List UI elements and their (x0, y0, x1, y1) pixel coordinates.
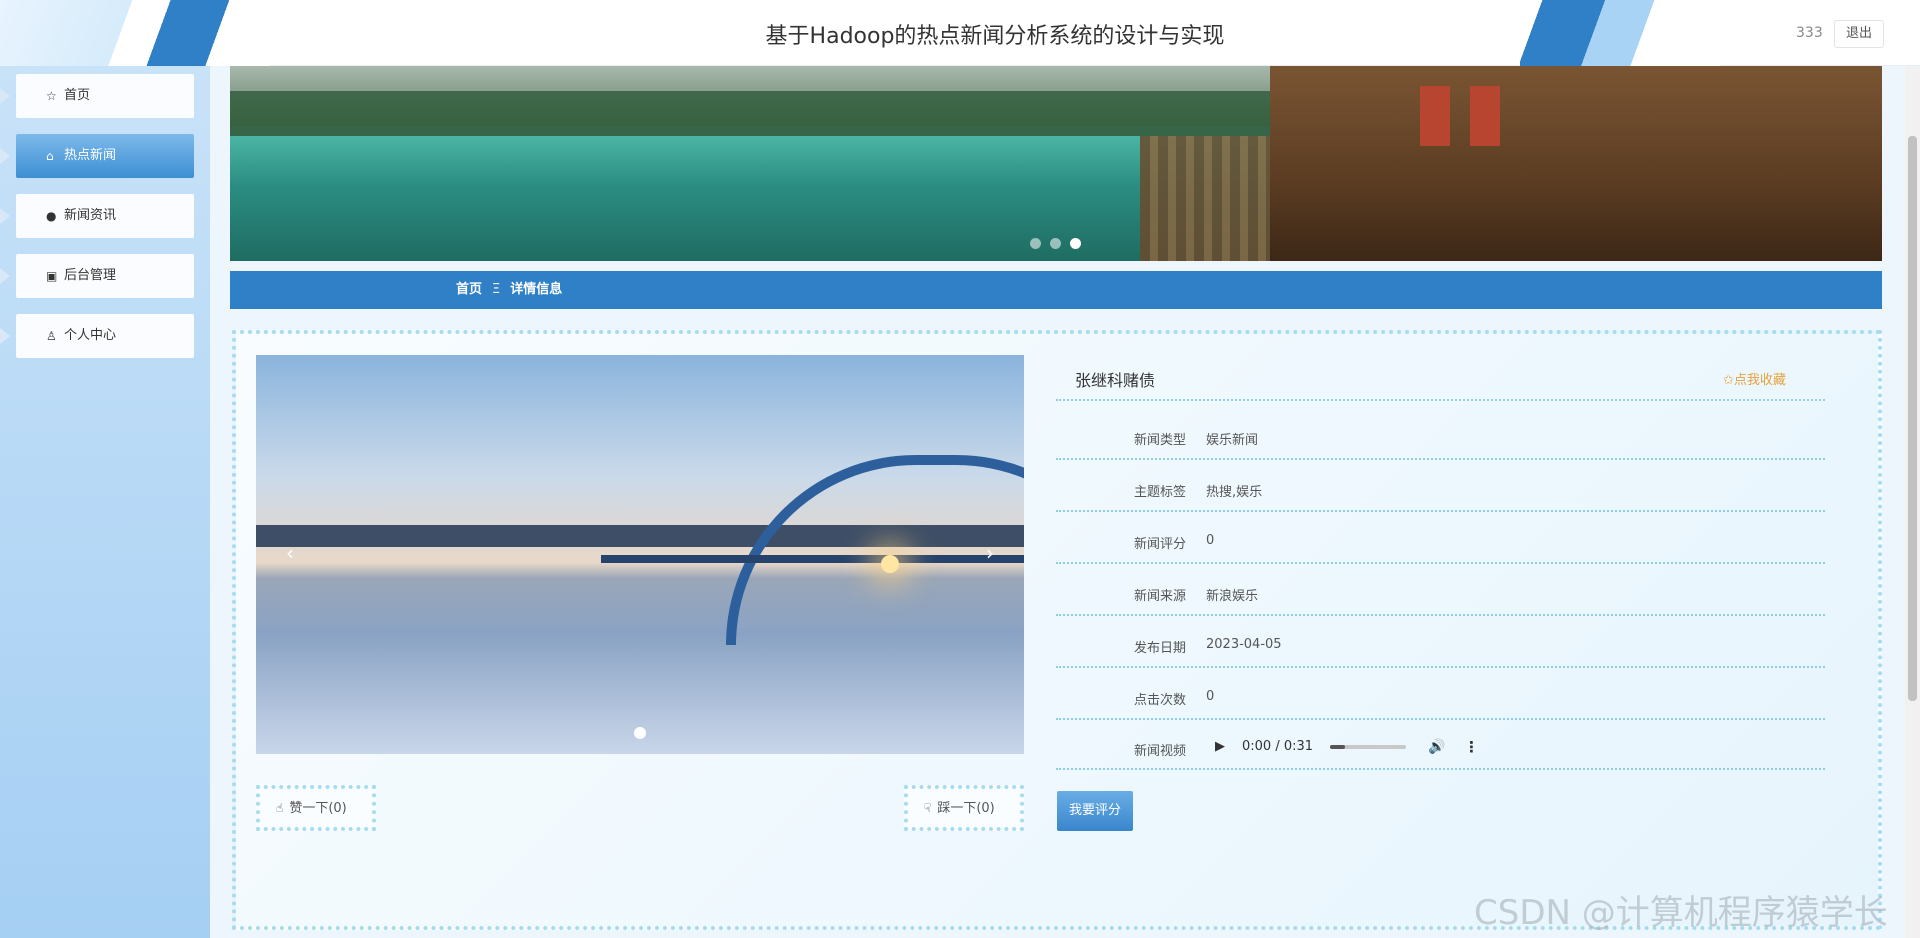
sidebar: ☆ 首页 ⌂ 热点新闻 ● 新闻资讯 ▣ 后台管理 ♙ 个人中心 (0, 66, 210, 938)
carousel-indicator[interactable] (634, 727, 646, 739)
audio-player[interactable]: ▶ 0:00 / 0:31 🔊 ⋮ (1206, 733, 1486, 761)
top-header: 基于Hadoop的热点新闻分析系统的设计与实现 333 退出 (0, 0, 1920, 66)
banner-house (1270, 66, 1882, 261)
field-label-publish-date: 发布日期 (1133, 641, 1186, 656)
sidebar-item-label: 后台管理 (64, 268, 117, 283)
thumbs-down-icon: ☟ (924, 801, 932, 815)
field-label-score: 新闻评分 (1133, 537, 1186, 552)
photo-bridge-arch (726, 455, 1024, 645)
volume-icon[interactable]: 🔊 (1428, 733, 1445, 761)
sidebar-item-hot-news[interactable]: ⌂ 热点新闻 (0, 134, 194, 178)
breadcrumb-separator: Ξ (492, 282, 501, 297)
banner-window (1420, 86, 1450, 146)
breadcrumb: 首页 Ξ 详情信息 (230, 271, 1882, 309)
breadcrumb-current: 详情信息 (510, 282, 563, 297)
thumbs-up-icon: ☝ (276, 801, 284, 815)
favorite-link[interactable]: ✩点我收藏 (1723, 369, 1786, 388)
field-value-source: 新浪娱乐 (1206, 589, 1259, 604)
field-value-clicks: 0 (1206, 689, 1215, 704)
sidebar-item-admin[interactable]: ▣ 后台管理 (0, 254, 194, 298)
divider (1056, 718, 1825, 720)
photo-bridge-deck (601, 555, 1024, 563)
audio-progress-slider[interactable] (1330, 745, 1406, 749)
audio-time: 0:00 / 0:31 (1242, 739, 1314, 754)
banner-carousel[interactable] (230, 66, 1882, 261)
user-icon: ♙ (46, 329, 57, 343)
field-label-source: 新闻来源 (1133, 589, 1186, 604)
dislike-label: 踩一下(0) (937, 801, 995, 816)
photo-sun (881, 555, 899, 573)
sidebar-item-label: 个人中心 (64, 328, 117, 343)
banner-window (1470, 86, 1500, 146)
info-icon: ● (46, 209, 57, 223)
bag-icon: ⌂ (46, 149, 54, 163)
divider (1056, 614, 1825, 616)
like-button[interactable]: ☝ 赞一下(0) (256, 785, 376, 831)
scrollbar-thumb[interactable] (1908, 136, 1917, 701)
watermark: CSDN @计算机程序猿学长 (1474, 893, 1888, 933)
divider (1056, 562, 1825, 564)
field-label-tags: 主题标签 (1133, 485, 1186, 500)
field-value-news-type: 娱乐新闻 (1206, 433, 1259, 448)
star-icon: ☆ (46, 89, 57, 103)
field-label-video: 新闻视频 (1133, 744, 1186, 759)
field-label-news-type: 新闻类型 (1133, 433, 1186, 448)
sidebar-item-label: 新闻资讯 (64, 208, 117, 223)
field-value-tags: 热搜,娱乐 (1206, 485, 1263, 500)
sidebar-item-news-info[interactable]: ● 新闻资讯 (0, 194, 194, 238)
field-label-clicks: 点击次数 (1133, 693, 1186, 708)
news-image-carousel[interactable]: ‹ › (256, 355, 1024, 754)
chevron-right-icon[interactable]: › (986, 541, 994, 565)
banner-dots (1030, 234, 1090, 253)
play-icon[interactable]: ▶ (1215, 733, 1225, 761)
sidebar-item-label: 热点新闻 (64, 148, 117, 163)
page-scrollbar[interactable] (1905, 66, 1920, 938)
banner-dot[interactable] (1050, 238, 1061, 249)
rate-button[interactable]: 我要评分 (1057, 791, 1133, 831)
sidebar-item-profile[interactable]: ♙ 个人中心 (0, 314, 194, 358)
divider (1056, 666, 1825, 668)
dislike-button[interactable]: ☟ 踩一下(0) (904, 785, 1024, 831)
username[interactable]: 333 (1796, 25, 1823, 41)
sidebar-item-home[interactable]: ☆ 首页 (0, 74, 194, 118)
field-value-publish-date: 2023-04-05 (1206, 637, 1282, 652)
more-options-icon[interactable]: ⋮ (1464, 733, 1479, 761)
divider (1056, 458, 1825, 460)
box-icon: ▣ (46, 269, 58, 283)
app-title: 基于Hadoop的热点新闻分析系统的设计与实现 (765, 24, 1225, 49)
field-value-score: 0 (1206, 533, 1215, 548)
chevron-left-icon[interactable]: ‹ (286, 541, 294, 565)
audio-progress-fill (1330, 745, 1346, 749)
divider (1056, 768, 1825, 770)
divider (1056, 399, 1825, 401)
divider (1056, 510, 1825, 512)
breadcrumb-home[interactable]: 首页 (456, 282, 482, 297)
like-label: 赞一下(0) (289, 801, 347, 816)
banner-dot[interactable] (1030, 238, 1041, 249)
news-title: 张继科赌债 (1075, 371, 1156, 390)
banner-dot-active[interactable] (1070, 238, 1081, 249)
sidebar-item-label: 首页 (64, 88, 91, 103)
logout-button[interactable]: 退出 (1834, 20, 1884, 48)
